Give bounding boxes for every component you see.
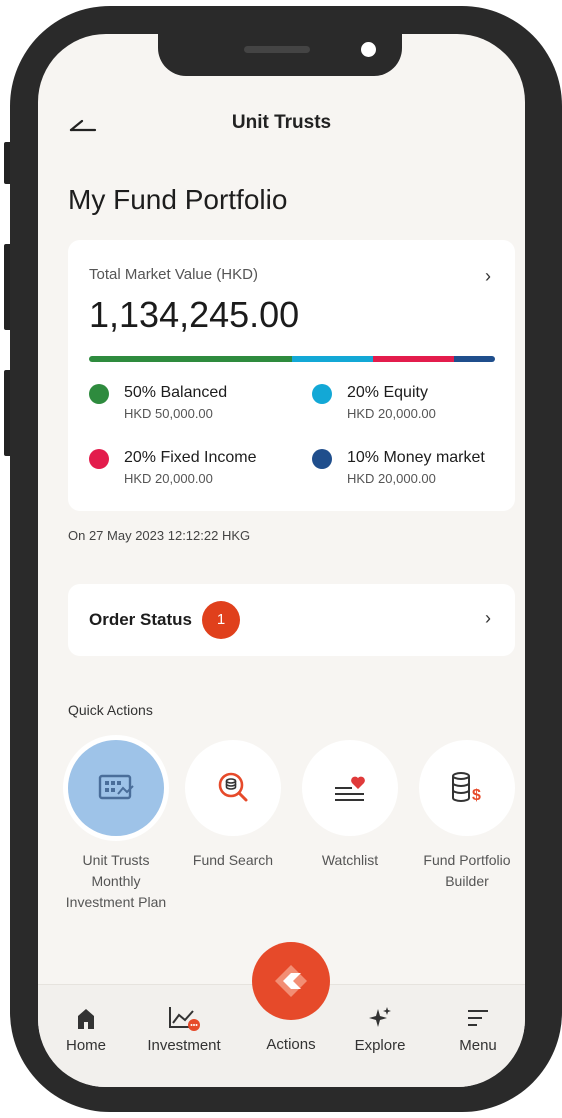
legend-dot [89, 384, 109, 404]
allocation-bar-segment [373, 356, 455, 362]
order-status-button[interactable]: Order Status 1 › [68, 584, 515, 656]
nav-label: Home [65, 1037, 106, 1054]
quick-action-label: Fund Search [192, 852, 274, 868]
page-title: My Fund Portfolio [68, 184, 288, 215]
top-bar: Unit Trusts [38, 104, 525, 144]
chevron-right-icon: › [485, 608, 491, 628]
actions-icon [275, 965, 307, 997]
allocation-bar-segment [292, 356, 374, 362]
legend-amount: HKD 20,000.00 [347, 471, 436, 486]
market-value: 1,134,245.00 [89, 294, 300, 335]
watchlist-heart-icon [335, 776, 365, 801]
legend-amount: HKD 20,000.00 [347, 406, 436, 421]
legend-name: 50% Balanced [124, 384, 228, 401]
quick-action-circle: $ [419, 740, 515, 836]
order-status-label: Order Status [89, 610, 192, 629]
menu-icon [468, 1010, 488, 1026]
quick-action-label: Unit Trusts Monthly Investment Plan [65, 852, 167, 910]
legend-amount: HKD 20,000.00 [124, 471, 213, 486]
legend-name: 20% Fixed Income [124, 449, 257, 466]
portfolio-card[interactable]: Total Market Value (HKD) › 1,134,245.00 … [68, 240, 515, 511]
legend-dot [312, 449, 332, 469]
legend-dot [89, 449, 109, 469]
investment-chart-icon [169, 1007, 200, 1031]
quick-action-portfolio-builder[interactable]: $ Fund Portfolio Builder [412, 740, 522, 892]
sparkle-icon [369, 1007, 391, 1027]
quick-action-circle [185, 740, 281, 836]
nav-label: Explore [354, 1037, 406, 1054]
phone-speaker [244, 46, 310, 53]
legend-amount: HKD 50,000.00 [124, 406, 213, 421]
nav-label-actions: Actions [266, 1036, 316, 1053]
allocation-bar [89, 356, 495, 362]
quick-action-circle [68, 740, 164, 836]
phone-camera [361, 42, 376, 57]
actions-fab-button[interactable] [252, 942, 330, 1020]
legend-name: 10% Money market [347, 449, 485, 466]
app-screen: Unit Trusts My Fund Portfolio Total Mark… [38, 34, 525, 1087]
nav-label: Investment [147, 1037, 221, 1054]
allocation-bar-segment [454, 356, 495, 362]
quick-action-circle [302, 740, 398, 836]
quick-actions-title: Quick Actions [68, 702, 153, 718]
calendar-chart-icon [98, 774, 134, 800]
quick-action-fund-search[interactable]: Fund Search [178, 740, 288, 871]
coins-dollar-icon: $ [452, 772, 481, 804]
quick-action-label: Fund Portfolio Builder [423, 852, 511, 889]
quick-action-monthly-plan[interactable]: Unit Trusts Monthly Investment Plan [61, 740, 171, 913]
quick-action-watchlist[interactable]: Watchlist [295, 740, 405, 871]
nav-label: Menu [459, 1037, 497, 1054]
order-count-badge: 1 [202, 601, 240, 639]
fund-search-icon [218, 772, 248, 802]
market-value-label: Total Market Value (HKD) [89, 266, 258, 283]
allocation-bar-segment [89, 356, 292, 362]
valuation-timestamp: On 27 May 2023 12:12:22 HKG [68, 528, 251, 543]
legend-name: 20% Equity [347, 384, 428, 401]
legend-dot [312, 384, 332, 404]
quick-action-label: Watchlist [321, 852, 379, 868]
nav-item-explore[interactable]: Explore [340, 1005, 420, 1054]
header-title: Unit Trusts [231, 112, 332, 133]
nav-item-home[interactable]: Home [46, 1005, 126, 1054]
nav-item-menu[interactable]: Menu [438, 1005, 518, 1054]
chevron-right-icon[interactable]: › [485, 266, 491, 287]
home-icon [78, 1009, 94, 1029]
nav-item-investment[interactable]: Investment [144, 1005, 224, 1054]
svg-text:$: $ [472, 787, 481, 804]
